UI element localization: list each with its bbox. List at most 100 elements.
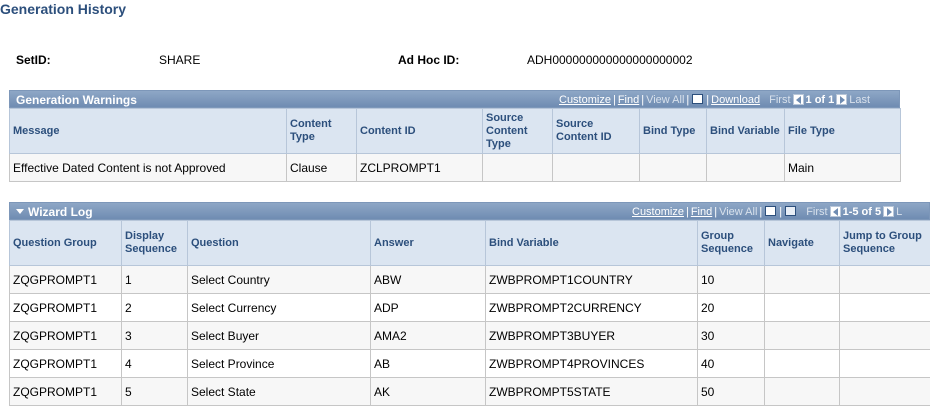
cell-group-sequence: 20 — [697, 293, 765, 322]
cell-jump-to-group-sequence — [839, 293, 930, 322]
cell-bind-variable: ZWBPROMPT4PROVINCES — [485, 349, 698, 378]
cell-question: Select Country — [187, 265, 371, 294]
cell-navigate[interactable] — [764, 349, 840, 378]
adhoc-id-value: ADH000000000000000000002 — [527, 53, 693, 67]
cell-bind-variable: ZWBPROMPT5STATE — [485, 377, 698, 406]
cell-question: Select Buyer — [187, 321, 371, 350]
cell-content-type: Clause — [286, 153, 357, 182]
col-header: Source Content Type — [482, 108, 553, 154]
wizard-log-grid: Wizard Log Customize | Find | View All | | Fir… — [9, 202, 930, 406]
table-row: ZQGPROMPT1 4 Select Province AB ZWBPROMP… — [9, 349, 930, 378]
cell-content-id: ZCLPROMPT1 — [356, 153, 483, 182]
table-row: ZQGPROMPT1 1 Select Country ABW ZWBPROMP… — [9, 265, 930, 294]
table-row: ZQGPROMPT1 2 Select Currency ADP ZWBPROM… — [9, 293, 930, 322]
col-header: Content Type — [286, 108, 357, 154]
cell-bind-variable — [706, 153, 785, 182]
last-link[interactable]: Last — [849, 94, 870, 106]
cell-file-type: Main — [784, 153, 901, 182]
col-header: Bind Type — [639, 108, 707, 154]
cell-answer: ABW — [370, 265, 486, 294]
cell-question: Select State — [187, 377, 371, 406]
cell-navigate[interactable] — [764, 321, 840, 350]
cell-bind-variable: ZWBPROMPT2CURRENCY — [485, 293, 698, 322]
find-link[interactable]: Find — [691, 206, 712, 218]
setid-value: SHARE — [159, 53, 201, 67]
customize-link[interactable]: Customize — [559, 94, 611, 106]
cell-jump-to-group-sequence — [839, 321, 930, 350]
col-header: Bind Variable — [706, 108, 785, 154]
cell-question: Select Currency — [187, 293, 371, 322]
cell-question-group: ZQGPROMPT1 — [9, 349, 122, 378]
new-window-icon[interactable] — [692, 94, 704, 104]
cell-group-sequence: 50 — [697, 377, 765, 406]
cell-navigate[interactable] — [764, 377, 840, 406]
cell-question-group: ZQGPROMPT1 — [9, 377, 122, 406]
last-link[interactable]: L — [896, 206, 902, 218]
col-header: Bind Variable — [485, 220, 698, 266]
cell-display-sequence: 2 — [121, 293, 188, 322]
col-header: Question Group — [9, 220, 122, 266]
grid-title[interactable]: Wizard Log — [16, 205, 93, 219]
cell-bind-variable: ZWBPROMPT3BUYER — [485, 321, 698, 350]
view-all-link[interactable]: View All — [646, 94, 684, 106]
col-header: Content ID — [356, 108, 483, 154]
cell-answer: AMA2 — [370, 321, 486, 350]
cell-source-content-type — [482, 153, 553, 182]
table-row: Effective Dated Content is not Approved … — [9, 153, 901, 182]
cell-question-group: ZQGPROMPT1 — [9, 321, 122, 350]
find-link[interactable]: Find — [618, 94, 639, 106]
cell-question-group: ZQGPROMPT1 — [9, 265, 122, 294]
generation-warnings-grid: Generation Warnings Customize | Find | View … — [9, 90, 901, 182]
cell-group-sequence: 10 — [697, 265, 765, 294]
grid-title-bar: Generation Warnings Customize | Find | View … — [9, 90, 900, 108]
cell-bind-variable: ZWBPROMPT1COUNTRY — [485, 265, 698, 294]
cell-group-sequence: 40 — [697, 349, 765, 378]
cell-display-sequence: 1 — [121, 265, 188, 294]
col-header: Display Sequence — [121, 220, 188, 266]
download-link[interactable]: Download — [711, 94, 760, 106]
cell-bind-type — [639, 153, 707, 182]
cell-jump-to-group-sequence — [839, 265, 930, 294]
col-header: Source Content ID — [552, 108, 640, 154]
cell-answer: AB — [370, 349, 486, 378]
first-link[interactable]: First — [769, 94, 790, 106]
cell-jump-to-group-sequence — [839, 349, 930, 378]
cell-display-sequence: 5 — [121, 377, 188, 406]
col-header: Group Sequence — [697, 220, 765, 266]
col-header: Navigate — [764, 220, 840, 266]
previous-icon[interactable] — [792, 94, 804, 105]
page-title: Generation History — [0, 1, 127, 17]
previous-icon[interactable] — [829, 206, 841, 217]
customize-link[interactable]: Customize — [632, 206, 684, 218]
col-header: Answer — [370, 220, 486, 266]
cell-message: Effective Dated Content is not Approved — [9, 153, 287, 182]
cell-display-sequence: 4 — [121, 349, 188, 378]
cell-navigate[interactable] — [764, 265, 840, 294]
grid-title-bar: Wizard Log Customize | Find | View All | | Fir… — [9, 202, 930, 220]
col-header: Question — [187, 220, 371, 266]
row-count: 1-5 of 5 — [842, 206, 882, 218]
grid-title: Generation Warnings — [16, 93, 137, 107]
download-icon[interactable] — [785, 206, 797, 216]
view-all-link[interactable]: View All — [719, 206, 757, 218]
cell-group-sequence: 30 — [697, 321, 765, 350]
cell-source-content-id — [552, 153, 640, 182]
new-window-icon[interactable] — [765, 206, 777, 216]
next-icon[interactable] — [883, 206, 895, 217]
col-header: Message — [9, 108, 287, 154]
grid-nav: Customize | Find | View All | | First 1-5 of 5L — [632, 206, 903, 218]
cell-jump-to-group-sequence — [839, 377, 930, 406]
grid-nav: Customize | Find | View All | | Download First 1… — [559, 94, 871, 106]
cell-display-sequence: 3 — [121, 321, 188, 350]
collapse-icon[interactable] — [16, 209, 24, 214]
cell-question: Select Province — [187, 349, 371, 378]
grid-title-text: Wizard Log — [28, 205, 93, 219]
cell-navigate[interactable] — [764, 293, 840, 322]
wizard-log-table: Question Group Display Sequence Question… — [9, 220, 930, 406]
row-count: 1 of 1 — [805, 94, 835, 106]
col-header: Jump to Group Sequence — [839, 220, 930, 266]
next-icon[interactable] — [836, 94, 848, 105]
col-header: File Type — [784, 108, 901, 154]
first-link[interactable]: First — [806, 206, 827, 218]
table-row: ZQGPROMPT1 3 Select Buyer AMA2 ZWBPROMPT… — [9, 321, 930, 350]
